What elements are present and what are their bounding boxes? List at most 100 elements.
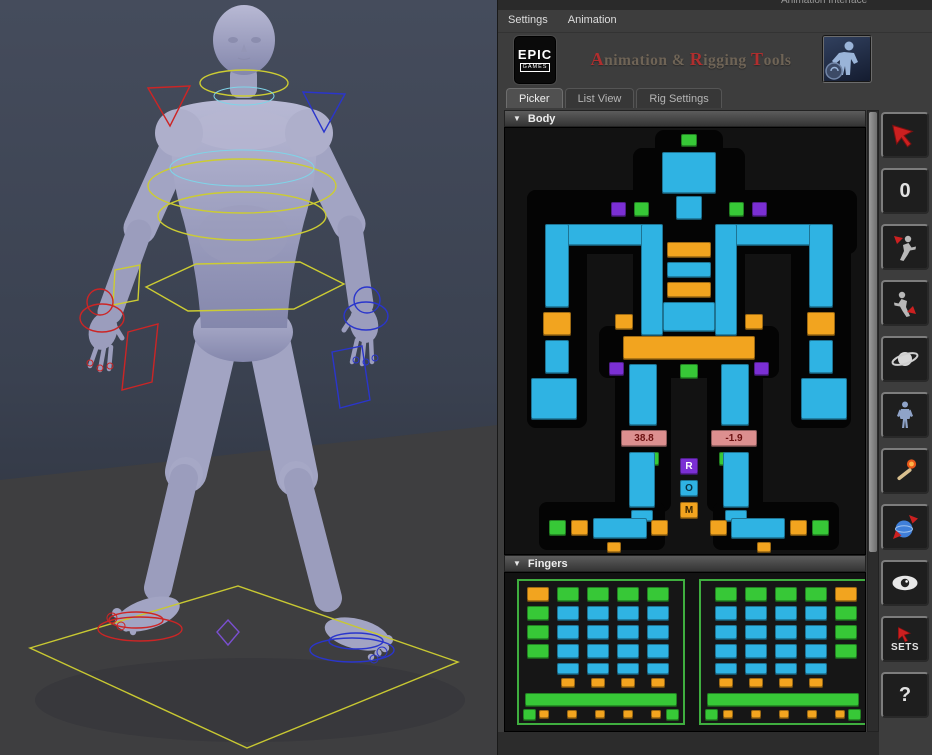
picker-torso-side-block[interactable] <box>715 224 737 336</box>
picker-orange-block[interactable] <box>749 678 763 688</box>
picker-cyan-block[interactable] <box>617 644 639 659</box>
menu-settings[interactable]: Settings <box>498 10 558 30</box>
picker-orange-block[interactable] <box>651 678 665 688</box>
rom-o-button[interactable]: O <box>680 480 698 497</box>
picker-cyan-block[interactable] <box>775 606 797 621</box>
picker-orange-block[interactable] <box>561 678 575 688</box>
help-button[interactable]: ? <box>881 672 929 718</box>
picker-shin-block[interactable] <box>629 452 655 508</box>
picker-shin-block[interactable] <box>723 452 749 508</box>
picker-orange-block[interactable] <box>710 520 727 536</box>
picker-elbow-block[interactable] <box>543 312 571 336</box>
picker-cyan-block[interactable] <box>617 663 639 675</box>
picker-cyan-block[interactable] <box>805 644 827 659</box>
picker-cyan-block[interactable] <box>647 644 669 659</box>
picker-orange-block[interactable] <box>527 587 549 602</box>
picker-purple-block[interactable] <box>752 202 767 217</box>
zero-pose-button[interactable]: 0 <box>881 168 929 214</box>
scrollbar-thumb[interactable] <box>869 112 877 552</box>
picker-cyan-block[interactable] <box>617 606 639 621</box>
picker-cyan-block[interactable] <box>775 644 797 659</box>
visibility-button[interactable] <box>881 560 929 606</box>
picker-orange-block[interactable] <box>567 710 577 719</box>
picker-green-block[interactable] <box>680 364 698 379</box>
picker-cyan-block[interactable] <box>715 625 737 640</box>
match-button[interactable] <box>881 448 929 494</box>
picker-green-block[interactable] <box>729 202 744 217</box>
picker-orange-block[interactable] <box>571 520 588 536</box>
picker-cyan-block[interactable] <box>617 625 639 640</box>
picker-orange-block[interactable] <box>835 587 857 602</box>
picker-green-block[interactable] <box>715 587 737 602</box>
right-hand-finger-panel[interactable] <box>699 579 866 725</box>
picker-orange-block[interactable] <box>651 520 668 536</box>
picker-orange-block[interactable] <box>790 520 807 536</box>
picker-cyan-block[interactable] <box>557 606 579 621</box>
picker-green-block[interactable] <box>527 625 549 640</box>
picker-cyan-block[interactable] <box>745 644 767 659</box>
picker-orange-block[interactable] <box>615 314 633 330</box>
picker-scrollbar[interactable] <box>867 110 879 732</box>
viewport-3d[interactable] <box>0 0 497 755</box>
picker-green-block[interactable] <box>705 709 718 721</box>
picker-cyan-block[interactable] <box>805 663 827 675</box>
picker-cyan-block[interactable] <box>805 606 827 621</box>
picker-cyan-block[interactable] <box>587 606 609 621</box>
picker-head-top-block[interactable] <box>681 134 697 147</box>
rom-r-button[interactable]: R <box>680 458 698 475</box>
picker-spine-block[interactable] <box>667 282 711 298</box>
picker-green-block[interactable] <box>848 709 861 721</box>
picker-head-block[interactable] <box>662 152 716 194</box>
picker-orange-block[interactable] <box>621 678 635 688</box>
picker-cyan-block[interactable] <box>805 625 827 640</box>
picker-cyan-block[interactable] <box>557 663 579 675</box>
space-switcher-button[interactable] <box>881 336 929 382</box>
picker-cyan-block[interactable] <box>745 625 767 640</box>
picker-orange-block[interactable] <box>835 710 845 719</box>
picker-orange-block[interactable] <box>719 678 733 688</box>
picker-thigh-block[interactable] <box>721 364 749 426</box>
run-forward-button[interactable] <box>881 280 929 326</box>
picker-clavicle-block[interactable] <box>733 224 811 246</box>
picker-upperarm-block[interactable] <box>545 224 569 308</box>
picker-pelvis-block[interactable] <box>623 336 755 360</box>
tab-rig-settings[interactable]: Rig Settings <box>636 88 721 108</box>
tab-list-view[interactable]: List View <box>565 88 635 108</box>
picker-orange-block[interactable] <box>723 710 733 719</box>
picker-forearm-block[interactable] <box>809 340 833 374</box>
picker-orange-block[interactable] <box>595 710 605 719</box>
picker-green-block[interactable] <box>617 587 639 602</box>
picker-orange-block[interactable] <box>779 678 793 688</box>
picker-green-block[interactable] <box>745 587 767 602</box>
picker-foot-block[interactable] <box>593 518 647 539</box>
left-hand-finger-panel[interactable] <box>517 579 685 725</box>
picker-toe-block[interactable] <box>607 542 621 553</box>
picker-green-block[interactable] <box>557 587 579 602</box>
picker-hand-block[interactable] <box>531 378 577 420</box>
picker-green-block[interactable] <box>835 606 857 621</box>
picker-cyan-block[interactable] <box>775 625 797 640</box>
right-thigh-twist-value[interactable]: -1.9 <box>711 430 757 447</box>
rom-m-button[interactable]: M <box>680 502 698 519</box>
picker-orange-block[interactable] <box>591 678 605 688</box>
picker-green-block[interactable] <box>835 625 857 640</box>
import-motion-button[interactable] <box>881 504 929 550</box>
picker-purple-block[interactable] <box>609 362 624 376</box>
picker-orange-block[interactable] <box>745 314 763 330</box>
picker-green-block[interactable] <box>549 520 566 536</box>
picker-clavicle-block[interactable] <box>567 224 645 246</box>
picker-cyan-block[interactable] <box>715 644 737 659</box>
picker-neck-block[interactable] <box>676 196 702 220</box>
picker-orange-block[interactable] <box>623 710 633 719</box>
picker-elbow-block[interactable] <box>807 312 835 336</box>
picker-cyan-block[interactable] <box>745 606 767 621</box>
picker-green-block[interactable] <box>587 587 609 602</box>
picker-hand-block[interactable] <box>801 378 847 420</box>
picker-forearm-block[interactable] <box>545 340 569 374</box>
select-button[interactable] <box>881 112 929 158</box>
picker-orange-block[interactable] <box>539 710 549 719</box>
picker-thigh-block[interactable] <box>629 364 657 426</box>
picker-spine-block[interactable] <box>667 242 711 258</box>
section-header-body[interactable]: ▼Body <box>504 110 866 127</box>
body-picker-area[interactable]: 38.8-1.9ROM <box>504 127 866 555</box>
